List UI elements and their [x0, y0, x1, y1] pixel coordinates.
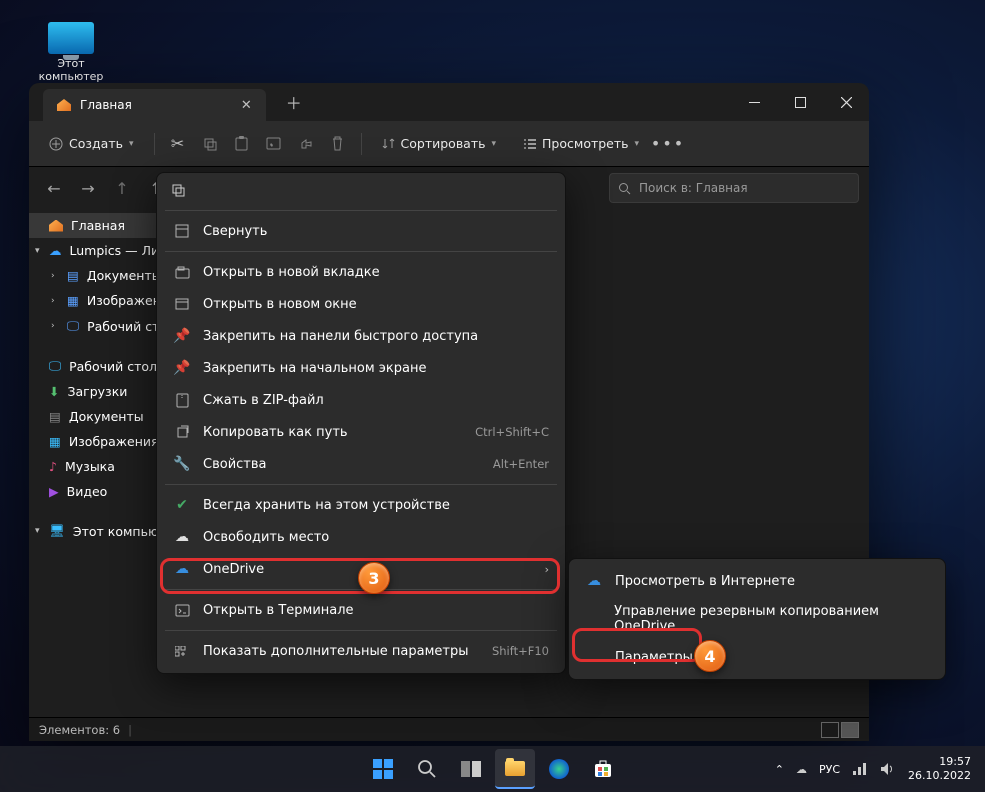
status-count: Элементов: 6: [39, 723, 120, 737]
submenu-backup[interactable]: Управление резервным копированием OneDri…: [575, 597, 939, 641]
tab-title: Главная: [80, 98, 132, 112]
system-tray[interactable]: ⌃ ☁ РУС 19:5726.10.2022: [775, 755, 985, 783]
ctx-always-keep[interactable]: ✔Всегда хранить на этом устройстве: [163, 489, 559, 521]
tab-home[interactable]: Главная ✕: [43, 89, 266, 121]
rename-icon[interactable]: [261, 131, 287, 157]
ctx-newwin[interactable]: Открыть в новом окне: [163, 288, 559, 320]
ctx-newtab[interactable]: Открыть в новой вкладке: [163, 256, 559, 288]
tab-close-icon[interactable]: ✕: [241, 98, 252, 113]
more-icon[interactable]: •••: [655, 131, 681, 157]
maximize-button[interactable]: [777, 83, 823, 121]
create-button[interactable]: Создать ▾: [39, 131, 144, 156]
ctx-props[interactable]: 🔧СвойстваAlt+Enter: [163, 448, 559, 480]
titlebar: Главная ✕ ＋: [29, 83, 869, 121]
search-input[interactable]: Поиск в: Главная: [609, 173, 859, 203]
paste-icon[interactable]: [229, 131, 255, 157]
context-menu: Свернуть Открыть в новой вкладке Открыть…: [156, 172, 566, 674]
status-bar: Элементов: 6 |: [29, 717, 869, 741]
toolbar: Создать ▾ ✂ Сортировать ▾ Просмотреть ▾ …: [29, 121, 869, 167]
desktop-icon-this-pc[interactable]: Этот компьютер: [36, 22, 106, 83]
edge-taskbar-icon[interactable]: [539, 749, 579, 789]
minimize-button[interactable]: [731, 83, 777, 121]
tray-volume-icon[interactable]: [880, 762, 896, 776]
taskbar: ⌃ ☁ РУС 19:5726.10.2022: [0, 746, 985, 792]
submenu-settings[interactable]: Параметры: [575, 641, 939, 673]
store-taskbar-icon[interactable]: [583, 749, 623, 789]
new-tab-button[interactable]: ＋: [286, 90, 302, 114]
view-button[interactable]: Просмотреть ▾: [512, 131, 649, 156]
ctx-pin-quick[interactable]: 📌Закрепить на панели быстрого доступа: [163, 320, 559, 352]
copy-icon[interactable]: [197, 131, 223, 157]
view-list-icon[interactable]: [821, 722, 839, 738]
ctx-copy-path[interactable]: Копировать как путьCtrl+Shift+C: [163, 416, 559, 448]
ctx-pin-start[interactable]: 📌Закрепить на начальном экране: [163, 352, 559, 384]
view-grid-icon[interactable]: [841, 722, 859, 738]
ctx-zip[interactable]: Сжать в ZIP-файл: [163, 384, 559, 416]
submenu-view-online[interactable]: ☁Просмотреть в Интернете: [575, 565, 939, 597]
home-icon: [57, 99, 71, 111]
tray-clock[interactable]: 19:5726.10.2022: [908, 755, 971, 783]
ctx-more[interactable]: Показать дополнительные параметрыShift+F…: [163, 635, 559, 667]
forward-button[interactable]: →: [73, 173, 103, 203]
tray-chevron-icon[interactable]: ⌃: [775, 763, 784, 776]
cut-icon[interactable]: ✂: [165, 131, 191, 157]
tray-network-icon[interactable]: [852, 762, 868, 776]
ctx-collapse[interactable]: Свернуть: [163, 215, 559, 247]
tray-onedrive-icon[interactable]: ☁: [796, 763, 807, 776]
search-taskbar-icon[interactable]: [407, 749, 447, 789]
copy-small-icon[interactable]: [171, 183, 551, 198]
explorer-taskbar-icon[interactable]: [495, 749, 535, 789]
start-button[interactable]: [363, 749, 403, 789]
onedrive-submenu: ☁Просмотреть в Интернете Управление резе…: [568, 558, 946, 680]
ctx-onedrive[interactable]: ☁OneDrive›: [163, 553, 559, 585]
back-button[interactable]: ←: [39, 173, 69, 203]
delete-icon[interactable]: [325, 131, 351, 157]
window-close-button[interactable]: [823, 83, 869, 121]
ctx-free-space[interactable]: ☁Освободить место: [163, 521, 559, 553]
ctx-terminal[interactable]: Открыть в Терминале: [163, 594, 559, 626]
up-button[interactable]: ↑: [107, 173, 137, 203]
tray-lang[interactable]: РУС: [819, 763, 840, 776]
sort-button[interactable]: Сортировать ▾: [372, 131, 507, 156]
taskview-icon[interactable]: [451, 749, 491, 789]
share-icon[interactable]: [293, 131, 319, 157]
